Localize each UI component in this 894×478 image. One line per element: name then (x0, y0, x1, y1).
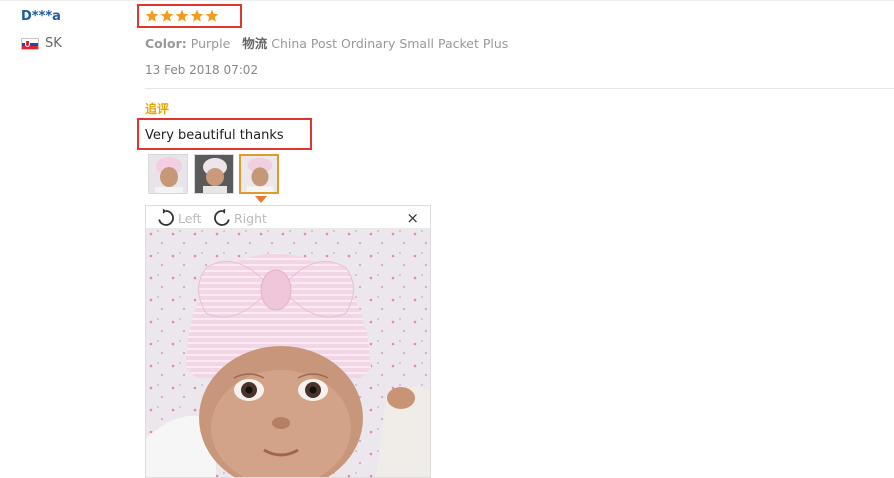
active-thumbnail-arrow (255, 196, 267, 203)
review-text: Very beautiful thanks (145, 128, 284, 143)
star-icon (190, 9, 204, 22)
shipping-value: China Post Ordinary Small Packet Plus (271, 36, 509, 51)
rotate-right-icon (214, 208, 230, 226)
star-rating (145, 9, 219, 25)
section-divider (145, 88, 894, 89)
color-label: Color: (145, 36, 187, 51)
close-icon[interactable]: × (406, 209, 419, 227)
review-photo (146, 228, 430, 477)
color-value: Purple (190, 36, 231, 51)
review-thumbnail-1[interactable] (148, 154, 188, 194)
review-thumbnail-2[interactable] (194, 154, 234, 194)
reviewer-country: SK (45, 36, 62, 51)
rotate-right-label: Right (234, 210, 267, 226)
followup-label: 追评 (145, 102, 170, 116)
review-date: 13 Feb 2018 07:02 (145, 63, 259, 77)
country-flag-icon (21, 38, 39, 50)
star-icon (160, 9, 174, 22)
rotate-left-button[interactable]: Left (156, 208, 202, 228)
shipping-label: 物流 (242, 36, 268, 51)
order-attributes: Color: Purple 物流 China Post Ordinary Sma… (145, 33, 508, 52)
top-divider (0, 0, 894, 1)
viewer-toolbar: Left Right × (146, 206, 430, 228)
rotate-left-label: Left (178, 210, 202, 226)
review-thumbnail-3[interactable] (239, 154, 279, 194)
rotate-right-button[interactable]: Right (212, 208, 267, 228)
reviewer-name[interactable]: D***a (21, 9, 61, 24)
star-icon (145, 9, 159, 22)
star-icon (205, 9, 219, 22)
star-icon (175, 9, 189, 22)
image-viewer: Left Right × (145, 205, 431, 478)
rotate-left-icon (158, 208, 174, 226)
